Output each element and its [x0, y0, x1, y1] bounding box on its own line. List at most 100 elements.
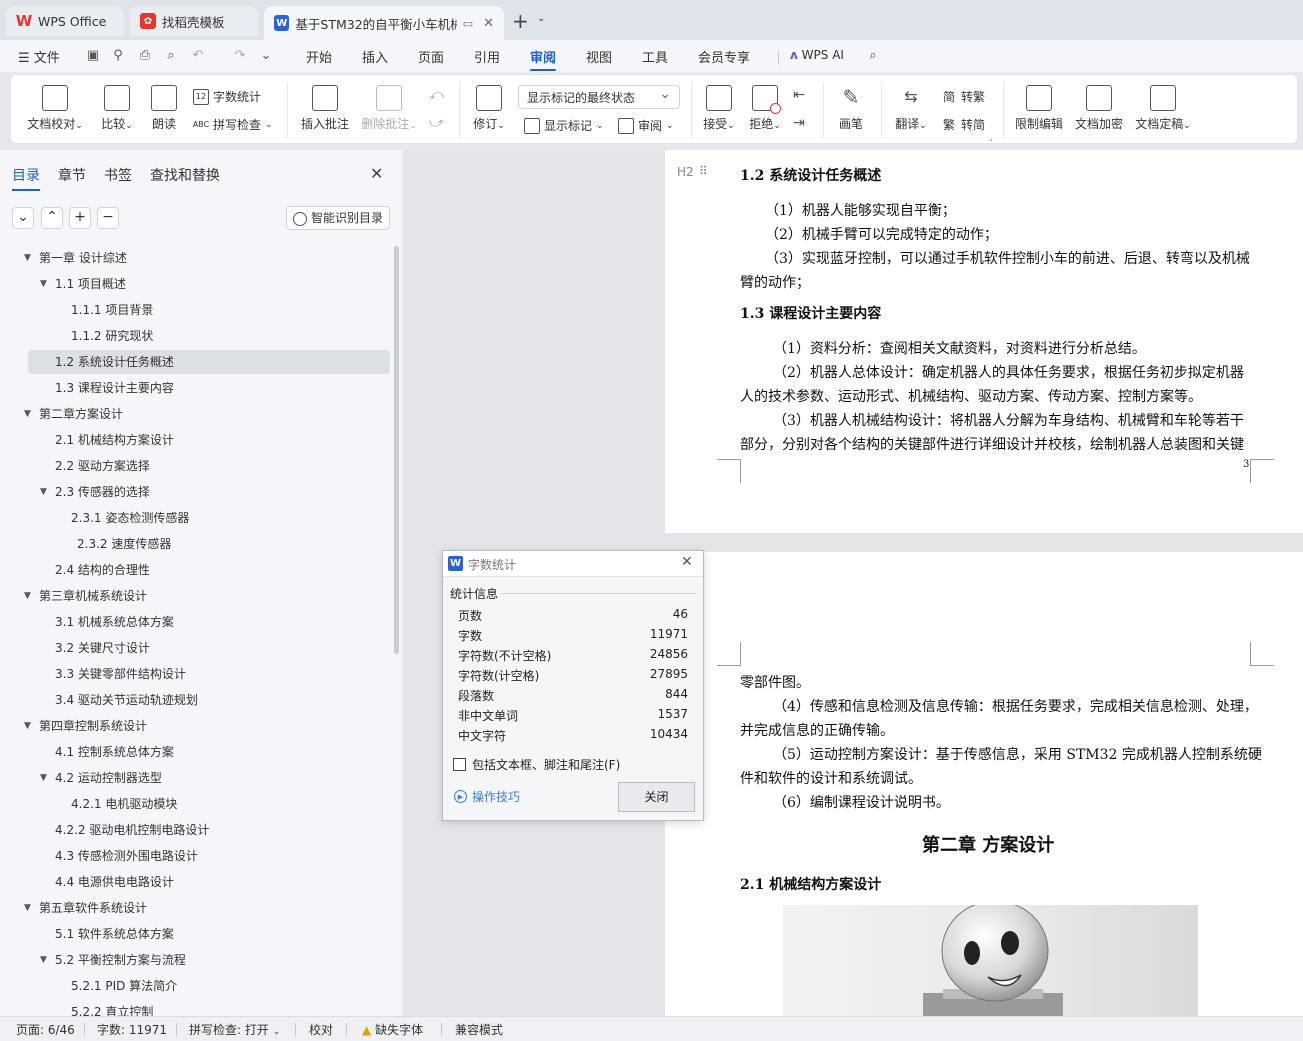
track-changes-button[interactable]: 修订⌄ — [469, 85, 509, 132]
toc-item[interactable]: ▼ 第一章 设计综述 — [0, 246, 390, 270]
toc-item[interactable]: ▼ 5.2 平衡控制方案与流程 — [0, 948, 390, 972]
dialog-title-bar[interactable]: W 字数统计 ✕ — [443, 551, 703, 577]
tab-docer-template[interactable]: ✿ 找稻壳模板 — [130, 6, 258, 36]
tab-document[interactable]: W 基于STM32的自平衡小车机械 ▭ ✕ — [264, 6, 504, 40]
expand-arrow-icon[interactable]: ▼ — [24, 584, 31, 608]
toc-item[interactable]: 5.2.1 PID 算法简介 — [0, 974, 390, 998]
link-icon[interactable]: ⚲ — [110, 48, 126, 64]
toc-item[interactable]: ▼ 第二章方案设计 — [0, 402, 390, 426]
to-simplified-button[interactable]: 繁转简 — [941, 116, 985, 133]
save-icon[interactable]: ▣ — [85, 48, 101, 64]
page-indicator[interactable]: 页面: 6/46 — [16, 1021, 75, 1038]
accept-button[interactable]: 接受⌄ — [699, 85, 739, 132]
add-heading-button[interactable]: + — [69, 207, 91, 229]
close-button[interactable]: 关闭 — [618, 782, 695, 812]
toc-item[interactable]: 2.1 机械结构方案设计 — [0, 428, 390, 452]
toc-item[interactable]: 5.1 软件系统总体方案 — [0, 922, 390, 946]
expand-arrow-icon[interactable]: ▼ — [24, 714, 31, 738]
encrypt-button[interactable]: 文档加密 — [1071, 85, 1127, 132]
file-menu[interactable]: ☰ 文件 — [18, 47, 60, 66]
checkbox-box[interactable] — [453, 758, 466, 771]
redo-icon[interactable]: ↷ — [232, 48, 248, 64]
toc-item[interactable]: ▼ 第三章机械系统设计 — [0, 584, 390, 608]
expand-arrow-icon[interactable]: ▼ — [40, 272, 47, 296]
translate-button[interactable]: ⇆ 翻译⌄ — [889, 85, 933, 132]
drag-handle-icon[interactable]: ⠿ — [699, 164, 708, 178]
search-icon[interactable]: ⌕ — [865, 48, 881, 64]
close-tab-icon[interactable]: ✕ — [483, 16, 494, 31]
word-count-indicator[interactable]: 字数: 11971 — [97, 1021, 167, 1038]
toc-item[interactable]: 4.4 电源供电电路设计 — [0, 870, 390, 894]
pen-button[interactable]: ✎ 画笔 — [833, 85, 869, 132]
nav-tab-sections[interactable]: 章节 — [58, 165, 86, 185]
menu-home[interactable]: 开始 — [306, 47, 332, 66]
expand-arrow-icon[interactable]: ▼ — [24, 896, 31, 920]
word-count-button[interactable]: 12 字数统计 — [193, 88, 261, 105]
toc-item[interactable]: ▼ 4.2 运动控制器选型 — [0, 766, 390, 790]
expand-arrow-icon[interactable]: ▼ — [40, 766, 47, 790]
next-comment-icon[interactable]: ⤻ — [429, 115, 444, 131]
toc-item[interactable]: 2.4 结构的合理性 — [0, 558, 390, 582]
to-traditional-button[interactable]: 简转繁 — [941, 88, 985, 105]
missing-font-indicator[interactable]: ▲ 缺失字体 — [362, 1021, 423, 1038]
review-pane-button[interactable]: 审阅 ⌄ — [618, 117, 674, 134]
doc-proofread-button[interactable]: 文档校对⌄ — [27, 85, 83, 132]
menu-review[interactable]: 审阅 — [530, 47, 557, 71]
nav-tab-find-replace[interactable]: 查找和替换 — [150, 165, 220, 185]
remove-heading-button[interactable]: − — [97, 207, 119, 229]
previous-comment-icon[interactable]: ⤺ — [429, 87, 444, 103]
tab-wps-office[interactable]: W WPS Office — [6, 6, 124, 36]
wps-ai-button[interactable]: ʌ WPS AI — [790, 48, 844, 62]
include-textbox-checkbox[interactable]: 包括文本框、脚注和尾注(F) — [453, 756, 620, 773]
toc-item[interactable]: 3.4 驱动关节运动轨迹规划 — [0, 688, 390, 712]
expand-arrow-icon[interactable]: ▼ — [40, 480, 47, 504]
print-icon[interactable]: ⎙ — [137, 48, 153, 64]
menu-view[interactable]: 视图 — [586, 47, 612, 66]
toc-item[interactable]: 2.3.2 速度传感器 — [0, 532, 390, 556]
toc-item[interactable]: 4.2.1 电机驱动模块 — [0, 792, 390, 816]
heading-marker[interactable]: H2 — [677, 165, 694, 179]
toc-item[interactable]: 3.2 关键尺寸设计 — [0, 636, 390, 660]
toc-item[interactable]: 2.3.1 姿态检测传感器 — [0, 506, 390, 530]
proofread-indicator[interactable]: 校对 — [309, 1021, 333, 1038]
print-preview-icon[interactable]: ⌕ — [163, 48, 179, 64]
expand-arrow-icon[interactable]: ▼ — [24, 246, 31, 270]
spell-check-button[interactable]: ABC 拼写检查 ⌄ — [193, 116, 273, 133]
toc-item[interactable]: 1.1.1 项目背景 — [0, 298, 390, 322]
toc-item[interactable]: 1.3 课程设计主要内容 — [0, 376, 390, 400]
menu-page[interactable]: 页面 — [418, 47, 444, 66]
chevron-down-icon[interactable]: ⌄ — [537, 13, 545, 24]
restrict-edit-button[interactable]: 限制编辑 — [1011, 85, 1067, 132]
toc-item[interactable]: 1.2 系统设计任务概述 — [28, 350, 390, 374]
insert-comment-button[interactable]: 插入批注 — [299, 85, 351, 132]
expand-arrow-icon[interactable]: ▼ — [24, 402, 31, 426]
finalize-button[interactable]: 文档定稿⌄ — [1131, 85, 1195, 132]
toc-item[interactable]: ▼ 第四章控制系统设计 — [0, 714, 390, 738]
toc-item[interactable]: ▼ 第五章软件系统设计 — [0, 896, 390, 920]
show-markup-button[interactable]: 显示标记 ⌄ — [524, 117, 604, 134]
undo-icon[interactable]: ↶ — [190, 48, 206, 64]
menu-references[interactable]: 引用 — [474, 47, 500, 66]
close-icon[interactable]: ✕ — [370, 164, 383, 183]
toc-item[interactable]: ▼ 2.3 传感器的选择 — [0, 480, 390, 504]
previous-change-icon[interactable]: ⇤ — [793, 87, 805, 103]
read-aloud-button[interactable]: 朗读 — [147, 85, 181, 132]
toc-item[interactable]: 3.1 机械系统总体方案 — [0, 610, 390, 634]
toc-item[interactable]: ▼ 1.1 项目概述 — [0, 272, 390, 296]
collapse-down-button[interactable]: ⌄ — [12, 207, 34, 229]
tips-link[interactable]: ▶ 操作技巧 — [454, 788, 520, 805]
menu-member[interactable]: 会员专享 — [698, 47, 750, 66]
collapse-up-button[interactable]: ⌃ — [41, 207, 63, 229]
menu-tools[interactable]: 工具 — [642, 47, 668, 66]
nav-tab-toc[interactable]: 目录 — [12, 165, 40, 191]
scrollbar[interactable] — [394, 246, 399, 654]
reject-button[interactable]: 拒绝⌄ — [745, 85, 785, 132]
next-change-icon[interactable]: ⇥ — [793, 115, 805, 131]
expand-group-icon[interactable]: ⌟ — [989, 133, 993, 142]
markup-state-select[interactable]: 显示标记的最终状态 — [518, 85, 680, 109]
nav-tab-bookmarks[interactable]: 书签 — [104, 165, 132, 185]
toc-item[interactable]: 2.2 驱动方案选择 — [0, 454, 390, 478]
menu-insert[interactable]: 插入 — [362, 47, 388, 66]
compare-button[interactable]: 比较⌄ — [97, 85, 137, 132]
toc-item[interactable]: 4.2.2 驱动电机控制电路设计 — [0, 818, 390, 842]
